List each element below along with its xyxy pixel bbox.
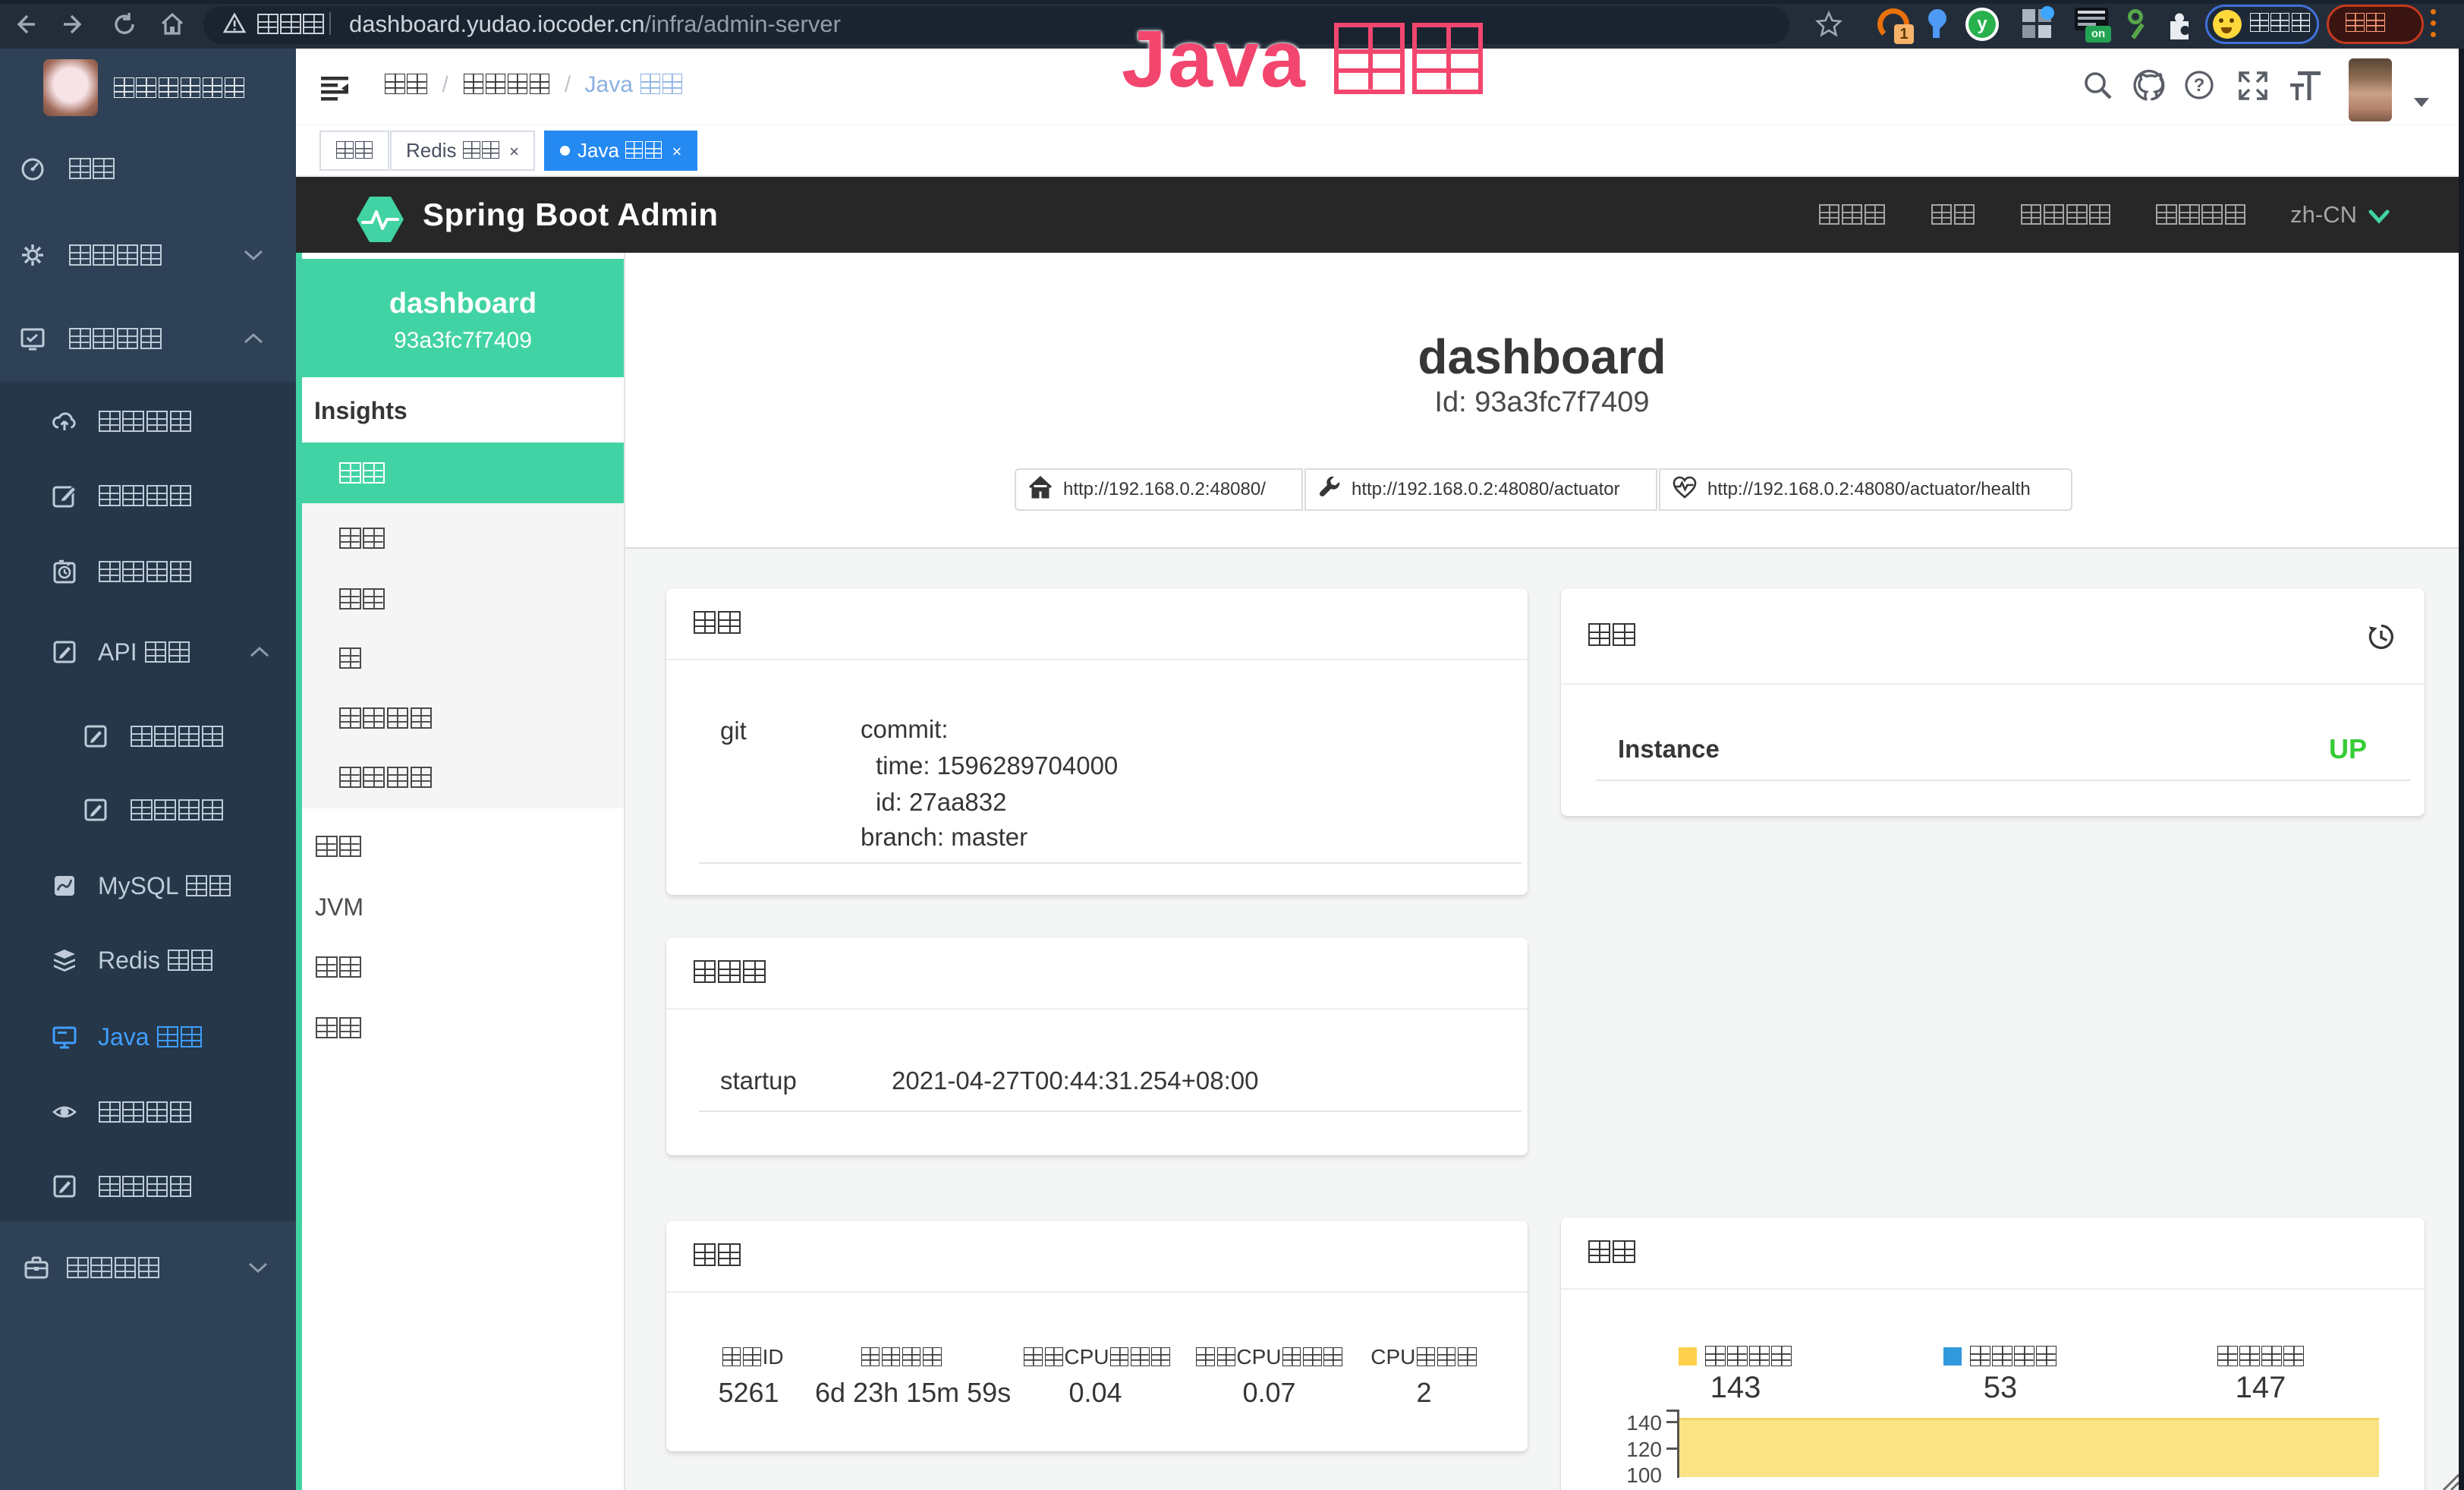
svg-text:?: ? — [2194, 75, 2205, 96]
